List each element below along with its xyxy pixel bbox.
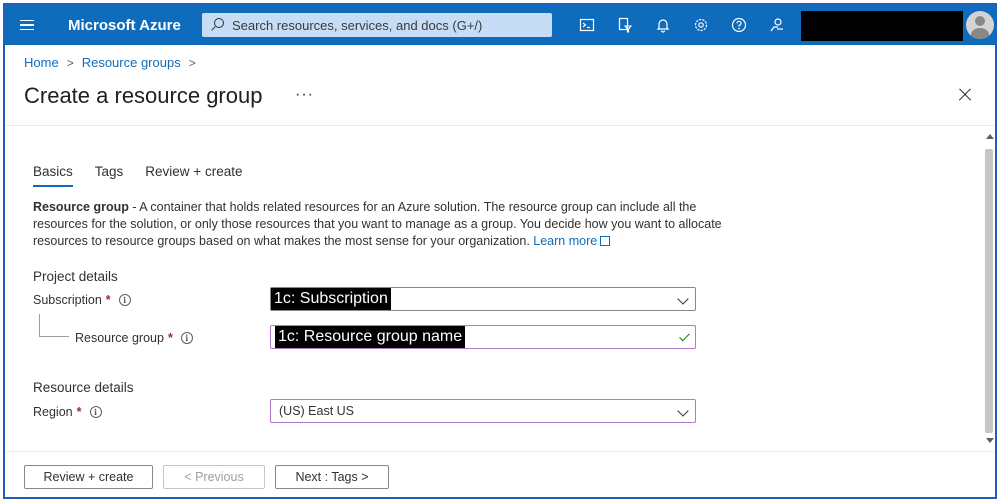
resource-details-title: Resource details — [33, 380, 134, 395]
chevron-down-icon — [677, 405, 689, 417]
region-label: Region * i — [33, 405, 102, 419]
scroll-thumb[interactable] — [985, 149, 993, 433]
subscription-select[interactable]: 1c: Subscription — [270, 287, 696, 311]
description-bold: Resource group — [33, 200, 129, 214]
resource-group-label-text: Resource group — [75, 331, 164, 345]
header-divider — [5, 125, 995, 126]
resource-group-value: 1c: Resource group name — [275, 326, 466, 348]
chevron-right-icon: > — [188, 55, 196, 70]
portal-frame: Microsoft Azure Search resources, servic… — [3, 3, 997, 499]
required-marker: * — [105, 293, 111, 307]
required-marker: * — [167, 331, 173, 345]
info-icon[interactable]: i — [118, 294, 131, 306]
checkmark-icon — [679, 330, 690, 342]
scroll-up-icon[interactable] — [986, 134, 994, 139]
help-icon[interactable] — [720, 5, 758, 45]
project-details-title: Project details — [33, 269, 118, 284]
search-placeholder: Search resources, services, and docs (G+… — [232, 17, 483, 33]
region-label-text: Region — [33, 405, 73, 419]
feedback-icon[interactable] — [758, 5, 796, 45]
notifications-icon[interactable] — [644, 5, 682, 45]
region-select[interactable]: (US) East US — [270, 399, 696, 423]
tab-list: Basics Tags Review + create — [33, 162, 264, 187]
search-icon — [210, 18, 224, 32]
tab-review-create[interactable]: Review + create — [145, 162, 242, 187]
subscription-label-text: Subscription — [33, 293, 102, 307]
tree-connector — [39, 336, 69, 337]
tab-basics[interactable]: Basics — [33, 162, 73, 187]
learn-more-link[interactable]: Learn more — [533, 234, 597, 248]
settings-icon[interactable] — [682, 5, 720, 45]
region-value: (US) East US — [279, 404, 355, 418]
description-text: Resource group - A container that holds … — [33, 199, 723, 250]
tab-tags[interactable]: Tags — [95, 162, 124, 187]
review-create-button[interactable]: Review + create — [24, 465, 153, 489]
info-icon[interactable]: i — [89, 406, 102, 418]
previous-button[interactable]: < Previous — [163, 465, 265, 489]
chevron-down-icon — [677, 293, 689, 305]
tree-connector — [39, 314, 40, 336]
cloud-shell-icon[interactable] — [568, 5, 606, 45]
page-title: Create a resource group — [24, 83, 263, 108]
breadcrumb-resource-groups[interactable]: Resource groups — [82, 55, 181, 70]
chevron-right-icon: > — [66, 55, 74, 70]
breadcrumb: Home > Resource groups > — [24, 55, 204, 70]
description-body: - A container that holds related resourc… — [33, 200, 722, 248]
directory-filter-icon[interactable] — [606, 5, 644, 45]
footer-divider — [5, 451, 995, 452]
close-icon[interactable] — [955, 85, 975, 105]
avatar[interactable] — [966, 11, 994, 39]
next-tags-button[interactable]: Next : Tags > — [275, 465, 389, 489]
resource-group-name-input[interactable]: 1c: Resource group name — [270, 325, 696, 349]
brand-title[interactable]: Microsoft Azure — [68, 17, 196, 34]
more-options-icon[interactable]: ··· — [295, 86, 314, 104]
required-marker: * — [76, 405, 82, 419]
search-input[interactable]: Search resources, services, and docs (G+… — [202, 13, 552, 37]
vertical-scrollbar[interactable] — [983, 130, 995, 446]
scroll-down-icon[interactable] — [986, 438, 994, 443]
toolbar-icons — [568, 5, 796, 45]
external-link-icon[interactable] — [600, 236, 611, 246]
resource-group-label: Resource group * i — [75, 331, 193, 345]
breadcrumb-home[interactable]: Home — [24, 55, 59, 70]
info-icon[interactable]: i — [180, 332, 193, 344]
account-redacted — [801, 11, 963, 41]
subscription-label: Subscription * i — [33, 293, 131, 307]
subscription-value: 1c: Subscription — [271, 288, 391, 310]
menu-icon[interactable] — [5, 5, 49, 45]
